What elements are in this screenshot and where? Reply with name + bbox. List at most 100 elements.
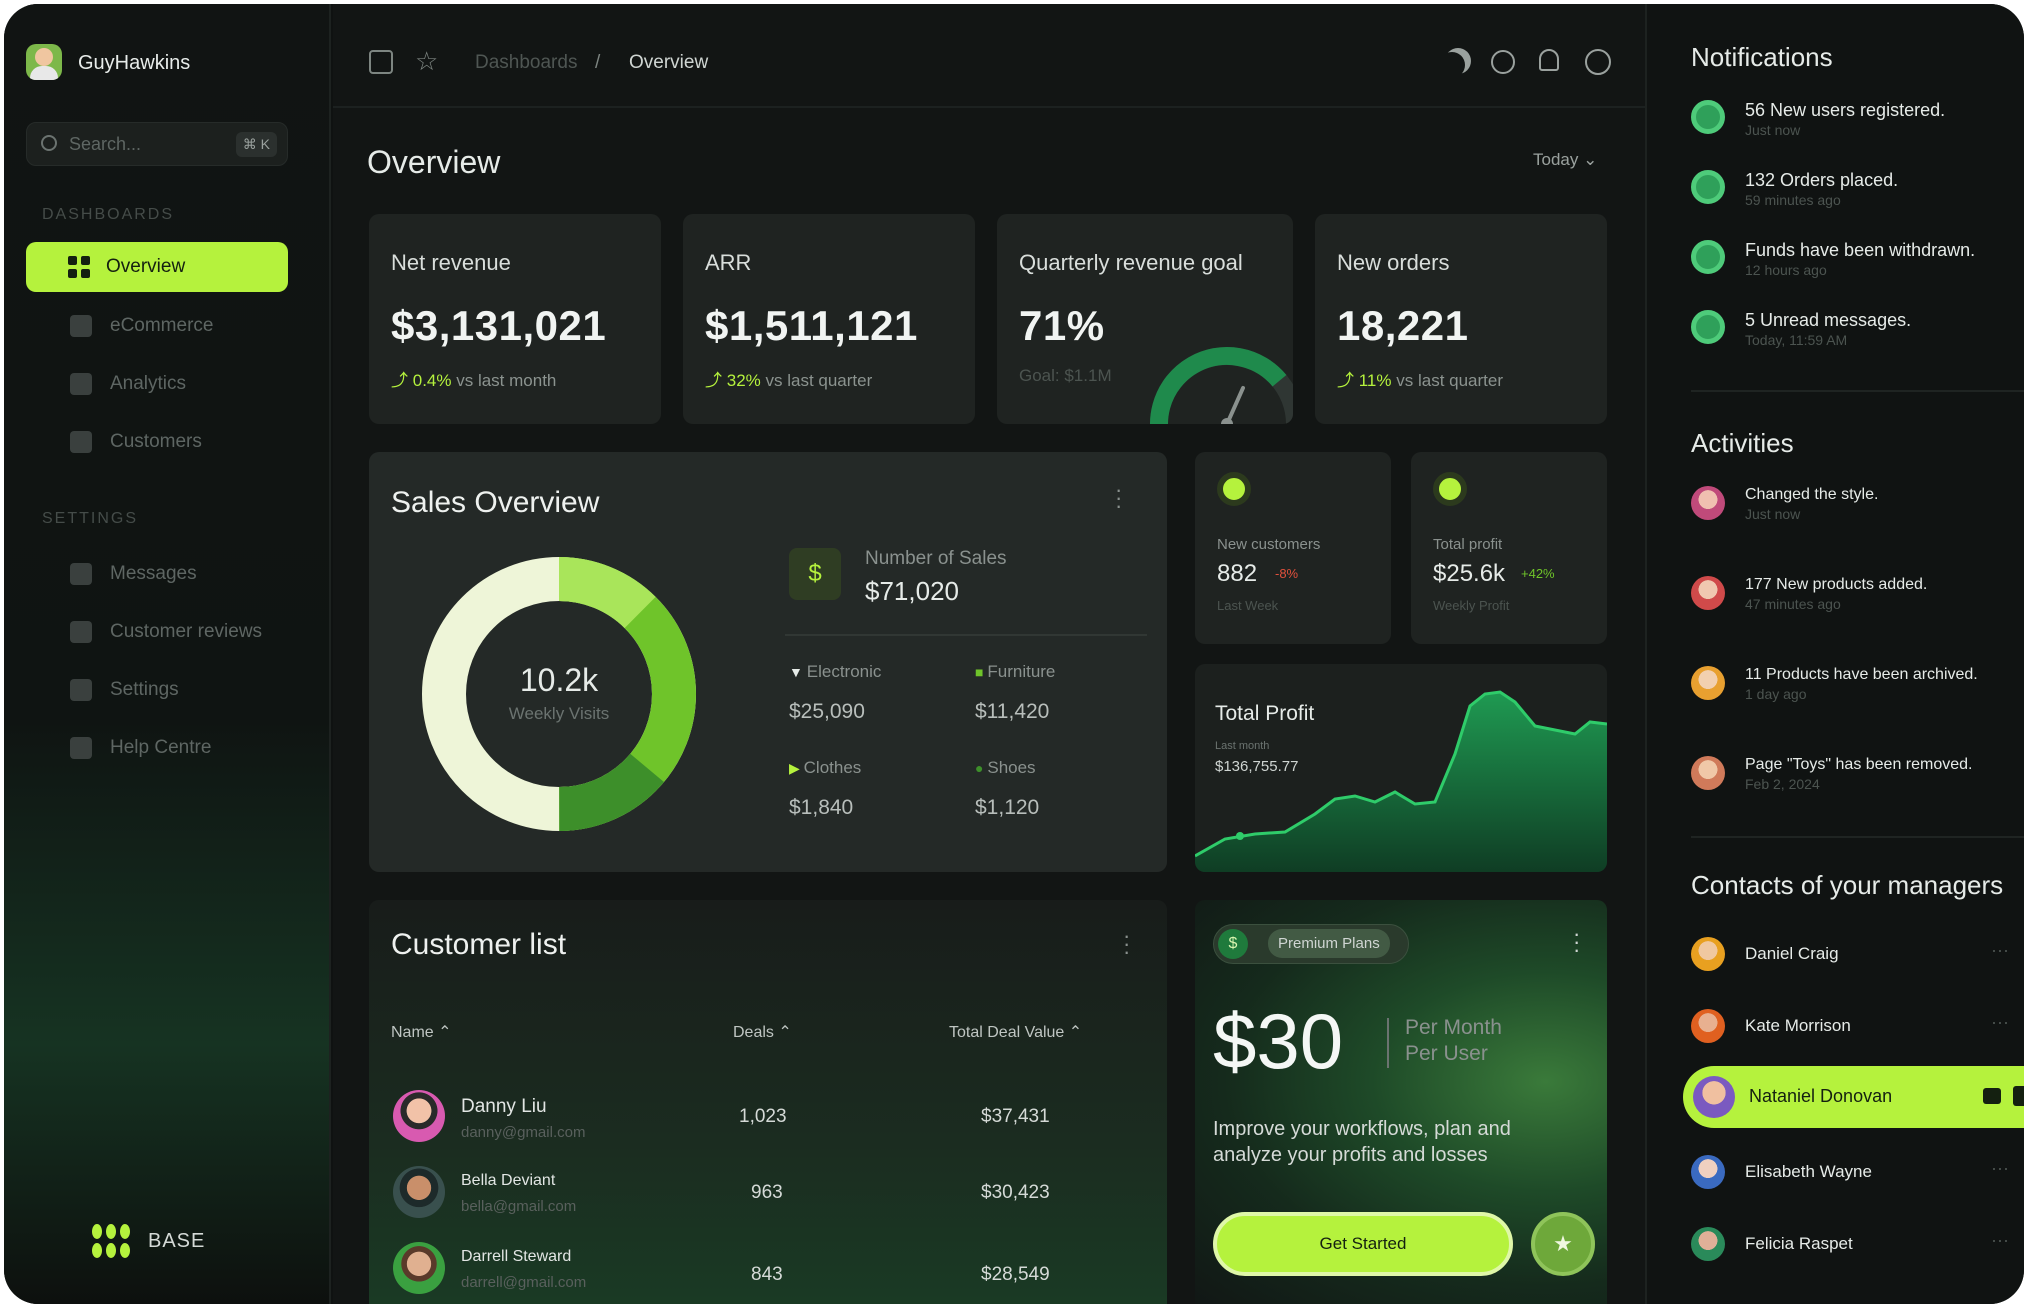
premium-badge-label: Premium Plans	[1268, 929, 1390, 958]
sidebar-item-analytics[interactable]: Analytics	[34, 362, 186, 406]
column-deals[interactable]: Deals ⌃	[733, 1022, 792, 1042]
phone-icon[interactable]	[2013, 1086, 2024, 1106]
contact-name: Kate Morrison	[1745, 1016, 1851, 1035]
kpi-card-net-revenue: Net revenue $3,131,021 ⤴ 0.4% vs last mo…	[369, 214, 661, 424]
sidebar-item-help[interactable]: Help Centre	[34, 726, 211, 770]
kpi-delta-text: vs last quarter	[765, 371, 873, 390]
more-horizontal-icon[interactable]: ···	[1991, 1012, 2009, 1033]
kpi-delta-value: 0.4%	[412, 371, 452, 390]
kpi-title: ARR	[705, 250, 752, 275]
more-horizontal-icon[interactable]: ···	[1991, 940, 2009, 961]
more-horizontal-icon[interactable]: ···	[1991, 1230, 2009, 1251]
column-total-value[interactable]: Total Deal Value ⌃	[949, 1022, 1082, 1042]
sidebar-item-customers[interactable]: Customers	[34, 420, 202, 464]
sort-icon: ⌃	[778, 1024, 792, 1041]
price-divider	[1387, 1018, 1389, 1068]
category-value: $1,840	[789, 796, 854, 819]
category-value: $25,090	[789, 700, 865, 723]
shoes-icon: ●	[975, 760, 988, 776]
notification-time: 59 minutes ago	[1745, 192, 1841, 208]
kpi-title: New orders	[1337, 250, 1450, 275]
contact-item-active[interactable]: Nataniel Donovan	[1683, 1066, 2024, 1128]
customer-badge-icon	[1217, 472, 1251, 506]
more-vertical-icon[interactable]: · · ·	[1573, 923, 1580, 961]
activity-text: 11 Products have been archived.	[1745, 666, 1978, 683]
user-avatar[interactable]	[26, 44, 62, 80]
message-icon	[70, 563, 92, 585]
customer-name: Bella Deviant	[461, 1172, 556, 1189]
order-icon	[1691, 170, 1725, 204]
contact-item[interactable]: Felicia Raspet ···	[1691, 1224, 2021, 1264]
sort-icon: ⌃	[438, 1024, 452, 1041]
dollar-icon: $	[1218, 929, 1248, 959]
avatar	[1691, 666, 1725, 700]
kpi-delta-text: vs last month	[456, 371, 557, 390]
sidebar-item-ecommerce[interactable]: eCommerce	[34, 304, 213, 348]
more-horizontal-icon[interactable]: ···	[1991, 1158, 2009, 1179]
bell-icon[interactable]	[1539, 49, 1559, 71]
sidebar-toggle-icon[interactable]	[369, 50, 393, 74]
donut-center-value: 10.2k	[519, 662, 599, 698]
avatar	[1691, 937, 1725, 971]
breadcrumb-root[interactable]: Dashboards	[475, 52, 577, 74]
column-name[interactable]: Name ⌃	[391, 1022, 452, 1042]
category-clothes: ▶ Clothes $1,840	[789, 758, 861, 820]
range-select-value: Today	[1533, 150, 1579, 169]
avatar	[393, 1090, 445, 1142]
globe-icon[interactable]	[1585, 49, 1611, 75]
kpi-title: Quarterly revenue goal	[1019, 250, 1243, 275]
star-outline-icon[interactable]: ☆	[415, 48, 438, 74]
search-box[interactable]: Search... ⌘ K	[26, 122, 288, 166]
kpi-card-quarterly-goal: Quarterly revenue goal 71% Goal: $1.1M	[997, 214, 1293, 424]
star-button[interactable]: ★	[1531, 1212, 1595, 1276]
clothes-icon: ▶	[789, 760, 804, 776]
premium-badge: $ Premium Plans	[1213, 924, 1409, 964]
user-name[interactable]: GuyHawkins	[78, 52, 190, 75]
category-name: Clothes	[803, 758, 862, 777]
contact-item[interactable]: Kate Morrison ···	[1691, 1006, 2021, 1046]
sidebar-item-label: Help Centre	[110, 737, 212, 758]
history-icon[interactable]	[1491, 50, 1515, 74]
category-shoes: ● Shoes $1,120	[975, 758, 1039, 820]
contact-item[interactable]: Daniel Craig ···	[1691, 934, 2021, 974]
premium-card: $ Premium Plans · · · $30 Per Month Per Us…	[1195, 900, 1607, 1304]
customer-value: $30,423	[981, 1182, 1050, 1203]
sidebar-item-overview[interactable]: Overview	[26, 242, 288, 292]
sidebar-item-reviews[interactable]: Customer reviews	[34, 610, 262, 654]
customer-name: Danny Liu	[461, 1096, 547, 1117]
more-vertical-icon[interactable]: · · ·	[1123, 925, 1130, 963]
kpi-value: $3,131,021	[391, 302, 607, 349]
sidebar-item-label: Overview	[106, 256, 186, 277]
avatar	[1693, 1076, 1735, 1118]
donut-center-label: Weekly Visits	[508, 704, 610, 723]
bag-icon	[70, 315, 92, 337]
notification-text: 56 New users registered.	[1745, 100, 1946, 120]
chevron-down-icon: ⌄	[1583, 150, 1598, 169]
table-row[interactable]: Danny Liu danny@gmail.com 1,023 $37,431	[369, 1090, 1167, 1150]
range-select[interactable]: Today ⌄	[1533, 150, 1597, 170]
moon-icon[interactable]	[1445, 48, 1471, 74]
mini-delta: -8%	[1275, 566, 1299, 581]
get-started-button[interactable]: Get Started	[1213, 1212, 1513, 1276]
premium-price: $30	[1213, 997, 1344, 1085]
brand-name: BASE	[148, 1230, 206, 1252]
more-vertical-icon[interactable]: · · ·	[1115, 479, 1122, 517]
sidebar-item-messages[interactable]: Messages	[34, 552, 197, 596]
sales-number-icon: $	[789, 548, 841, 600]
avatar	[1691, 1227, 1725, 1261]
table-row[interactable]: Bella Deviant bella@gmail.com 963 $30,42…	[369, 1166, 1167, 1226]
sidebar-item-settings[interactable]: Settings	[34, 668, 179, 712]
notifications-title: Notifications	[1691, 42, 1833, 72]
contact-item[interactable]: Elisabeth Wayne ···	[1691, 1152, 2021, 1192]
kpi-delta: ⤴ 11% vs last quarter	[1337, 366, 1503, 391]
contacts-title: Contacts of your managers	[1691, 870, 2004, 900]
activity-time: 1 day ago	[1745, 686, 1807, 702]
table-row[interactable]: Darrell Steward darrell@gmail.com 843 $2…	[369, 1242, 1167, 1302]
profit-badge-icon	[1433, 472, 1467, 506]
customer-deals: 1,023	[739, 1106, 787, 1127]
mini-sub: Last Week	[1217, 598, 1279, 613]
message-icon[interactable]	[1983, 1088, 2001, 1104]
activity-text: 177 New products added.	[1745, 576, 1928, 593]
search-input[interactable]: Search...	[69, 134, 141, 155]
gauge-fill	[1150, 347, 1293, 424]
